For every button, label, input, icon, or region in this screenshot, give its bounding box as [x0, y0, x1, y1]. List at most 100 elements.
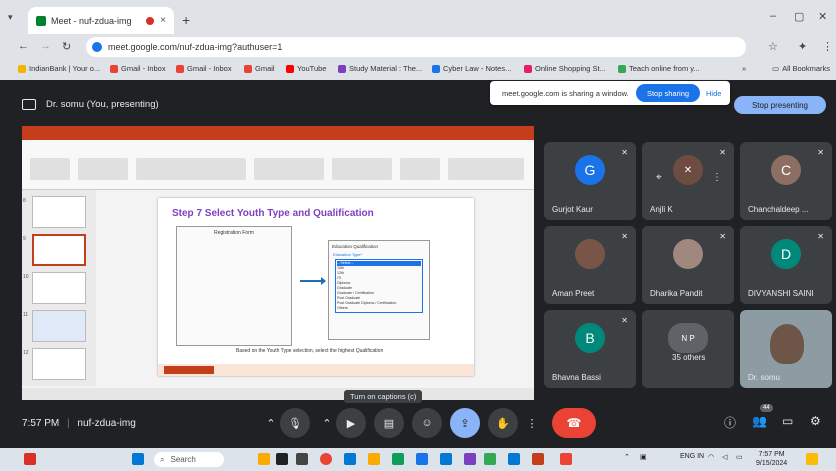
reload-icon[interactable]: ↻ — [62, 40, 71, 53]
minimize-button[interactable]: – — [770, 10, 776, 22]
participant-tile[interactable]: ✕ Aman Preet — [544, 226, 636, 304]
present-icon — [22, 98, 36, 110]
app-icon[interactable] — [344, 453, 356, 465]
pin-icon[interactable]: ⌖ — [656, 172, 662, 183]
avatar: C — [771, 155, 801, 186]
bookmark-star-icon[interactable]: ☆ — [768, 40, 778, 53]
volume-icon[interactable]: ◁ — [722, 453, 727, 461]
battery-icon[interactable]: ▭ — [736, 453, 743, 461]
chrome-icon[interactable] — [320, 453, 332, 465]
menu-icon[interactable]: ⋮ — [822, 40, 833, 53]
people-icon[interactable]: 👥 — [752, 414, 767, 428]
app-icon[interactable] — [440, 453, 452, 465]
bookmark-item[interactable]: Gmail - Inbox — [176, 64, 232, 73]
folder-icon: ▭ — [772, 64, 780, 73]
app-icon[interactable] — [508, 453, 520, 465]
slide-caption: Based on the Youth Type selection, selec… — [236, 348, 384, 354]
others-avatars: N P — [668, 323, 708, 354]
participant-tile[interactable]: ✕ D DIVYANSHI SAINI — [740, 226, 832, 304]
others-count: 35 others — [672, 353, 706, 362]
tray-expand-icon[interactable]: ⌃ — [624, 453, 630, 461]
bookmark-item[interactable]: IndianBank | Your o... — [18, 64, 100, 73]
app-icon[interactable] — [296, 453, 308, 465]
close-window-button[interactable]: ✕ — [818, 10, 827, 23]
self-video-tile[interactable]: Dr. somu — [740, 310, 832, 388]
bookmark-item[interactable]: Gmail — [244, 64, 275, 73]
captions-button[interactable]: ▤ — [374, 408, 404, 438]
recording-icon — [146, 16, 155, 25]
new-tab-button[interactable]: + — [182, 12, 190, 28]
site-info-icon[interactable] — [92, 42, 102, 52]
mic-off-icon: ✕ — [621, 148, 628, 157]
present-button[interactable]: ⇪ — [450, 408, 480, 438]
app-icon[interactable] — [276, 453, 288, 465]
raise-hand-button[interactable]: ✋ — [488, 408, 518, 438]
participant-tile[interactable]: ✕ G Gurjot Kaur — [544, 142, 636, 220]
app-icon[interactable] — [258, 453, 270, 465]
app-icon[interactable] — [560, 453, 572, 465]
bookmark-item[interactable]: Gmail - Inbox — [110, 64, 166, 73]
address-bar[interactable]: meet.google.com/nuf-zdua-img?authuser=1 — [86, 37, 746, 57]
slide-thumbnail[interactable] — [32, 310, 86, 342]
browser-tab[interactable]: Meet - nuf-zdua-img × — [28, 7, 174, 34]
participant-tile[interactable]: ✕ C Chanchaldeep ... — [740, 142, 832, 220]
wifi-icon[interactable]: ◠ — [708, 453, 714, 461]
slide-footer — [158, 364, 474, 376]
all-bookmarks-button[interactable]: ▭ All Bookmarks — [772, 64, 830, 73]
slide-thumbnail[interactable] — [32, 196, 86, 228]
info-icon[interactable]: ⓘ — [724, 414, 736, 431]
tab-search-icon[interactable]: ▾ — [8, 12, 13, 23]
participant-tile[interactable]: ✕ ⌖ ✕ ⋮ Anjli K — [642, 142, 734, 220]
maximize-button[interactable]: ▢ — [794, 10, 804, 23]
bookmark-item[interactable]: Study Material : The... — [338, 64, 422, 73]
more-options-icon[interactable]: ⋮ — [522, 408, 542, 438]
chat-icon[interactable]: ▭ — [782, 414, 793, 428]
stop-presenting-button[interactable]: Stop presenting — [734, 96, 826, 114]
microphone-button[interactable]: 🎙 — [280, 408, 310, 438]
meet-favicon-icon — [36, 15, 46, 26]
ribbon-group — [332, 158, 392, 180]
clock: 7:57 PM — [22, 418, 60, 429]
extensions-icon[interactable]: ✦ — [798, 40, 807, 53]
bookmark-item[interactable]: Teach online from y... — [618, 64, 700, 73]
avatar: G — [575, 155, 605, 186]
app-icon[interactable] — [484, 453, 496, 465]
share-notice-text: meet.google.com is sharing a window. — [502, 88, 629, 98]
language-indicator[interactable]: ENG IN — [680, 453, 704, 460]
more-options-icon[interactable]: ⋮ — [712, 172, 722, 183]
avatar: D — [771, 239, 801, 270]
participant-tile[interactable]: ✕ B Bhavna Bassi — [544, 310, 636, 388]
bookmarks-more-button[interactable]: » — [742, 64, 746, 73]
ribbon-group — [254, 158, 324, 180]
emoji-button[interactable]: ☺ — [412, 408, 442, 438]
taskbar-search[interactable]: ⌕ Search — [154, 452, 224, 467]
app-icon[interactable] — [464, 453, 476, 465]
bookmark-item[interactable]: Online Shopping St... — [524, 64, 606, 73]
folder-icon[interactable] — [368, 453, 380, 465]
back-icon[interactable]: ← — [18, 40, 29, 52]
gmail-icon — [110, 64, 118, 73]
hide-link[interactable]: Hide — [706, 89, 721, 98]
stop-sharing-button[interactable]: Stop sharing — [636, 84, 700, 102]
leave-call-button[interactable]: ☎ — [552, 408, 596, 438]
tray-icon[interactable]: ▣ — [640, 453, 647, 461]
slide-thumbnail[interactable] — [32, 348, 86, 380]
activities-icon[interactable]: ⚙ — [810, 414, 821, 428]
ribbon-group — [448, 158, 524, 180]
others-tile[interactable]: N P 35 others — [642, 310, 734, 388]
bookmark-item[interactable]: YouTube — [286, 64, 326, 73]
bookmark-item[interactable]: Cyber Law - Notes... — [432, 64, 511, 73]
notification-icon[interactable] — [806, 453, 818, 465]
tab-close-icon[interactable]: × — [160, 15, 166, 26]
start-icon[interactable] — [132, 453, 144, 465]
app-icon[interactable] — [392, 453, 404, 465]
slide-thumbnail-selected[interactable] — [32, 234, 86, 266]
forward-icon[interactable]: → — [40, 40, 51, 52]
widget-icon[interactable] — [24, 453, 36, 465]
taskbar-clock[interactable]: 7:57 PM 9/15/2024 — [756, 450, 787, 468]
participant-tile[interactable]: ✕ Dharika Pandit — [642, 226, 734, 304]
app-icon[interactable] — [416, 453, 428, 465]
camera-button[interactable]: ▶ — [336, 408, 366, 438]
slide-thumbnail[interactable] — [32, 272, 86, 304]
powerpoint-icon[interactable] — [532, 453, 544, 465]
